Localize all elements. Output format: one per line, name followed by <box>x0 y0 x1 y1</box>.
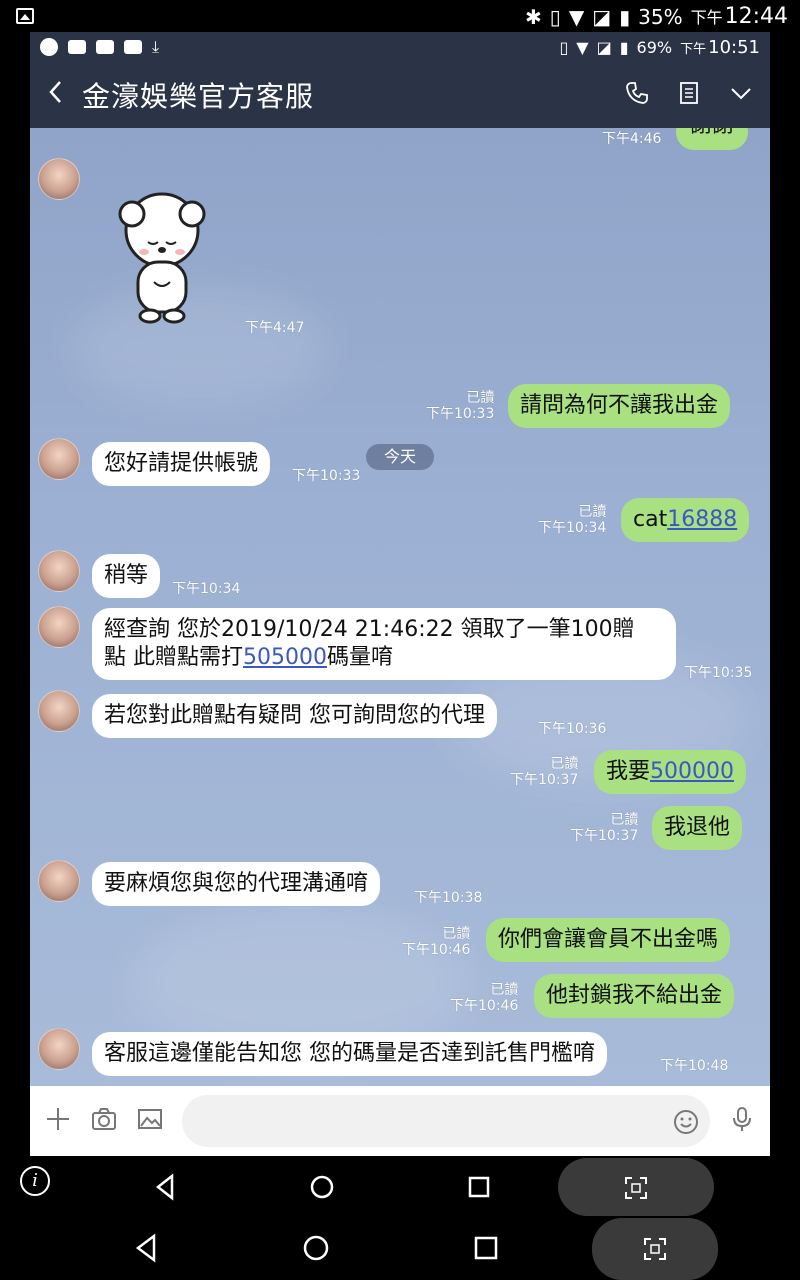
chevron-left-icon <box>49 80 61 103</box>
agent-avatar[interactable] <box>38 1028 80 1070</box>
bear-sticker <box>118 192 206 324</box>
screenshot-button[interactable] <box>592 1218 718 1280</box>
message-meta: 已讀 下午10:46 <box>450 982 519 1014</box>
screenshot-frame: ⤓ ▯ ▼ ◪ ▮ 69% 下午 10:51 金濠娛樂官方客服 下午4:46 下… <box>30 32 770 1156</box>
agent-avatar[interactable] <box>38 606 80 648</box>
camera-button[interactable] <box>90 1105 118 1137</box>
screenshot-icon <box>625 1177 647 1199</box>
message-time: 下午10:36 <box>538 721 607 737</box>
plus-icon <box>47 1108 69 1130</box>
message-meta: 已讀 下午10:34 <box>538 504 607 536</box>
battery-level: 35% <box>638 4 683 29</box>
chat-bubble-outgoing[interactable]: 我要500000 <box>594 750 746 794</box>
back-button[interactable] <box>46 78 82 113</box>
bluetooth-icon: ✱ <box>525 4 542 29</box>
message-meta: 已讀 下午10:37 <box>510 756 579 788</box>
agent-avatar[interactable] <box>38 158 80 200</box>
notes-button[interactable] <box>676 80 702 110</box>
agent-avatar[interactable] <box>38 690 80 732</box>
amount-link[interactable]: 505000 <box>243 645 327 670</box>
battery-icon: ▮ <box>619 4 631 29</box>
emoji-button[interactable] <box>672 1108 700 1140</box>
device-navigation-bar <box>0 1218 800 1280</box>
smiley-icon <box>674 1110 698 1134</box>
wifi-icon: ▼ <box>568 4 585 29</box>
battery-level: 69% <box>636 37 673 57</box>
message-time: 下午4:47 <box>245 320 305 336</box>
back-triangle-icon[interactable] <box>152 1170 178 1204</box>
device-clock: 下午12:44 <box>690 4 788 29</box>
youtube-notification-icon <box>96 40 114 54</box>
call-button[interactable] <box>624 80 650 110</box>
message-meta: 已讀 下午10:37 <box>570 812 639 844</box>
message-meta: 已讀 下午10:46 <box>402 926 471 958</box>
chat-bubble-outgoing[interactable]: 你們會讓會員不出金嗎 <box>486 918 731 962</box>
chat-bubble-outgoing[interactable]: 我退他 <box>652 806 743 850</box>
home-circle-icon[interactable] <box>308 1170 336 1204</box>
inner-clock: 下午 10:51 <box>680 36 760 58</box>
back-triangle-icon[interactable] <box>132 1230 160 1266</box>
chat-bubble-incoming[interactable]: 您好請提供帳號 <box>92 442 271 486</box>
chat-bubble-outgoing[interactable]: cat16888 <box>621 498 750 542</box>
no-sim-icon: ◪ <box>592 4 612 29</box>
message-time: 下午10:35 <box>684 665 753 681</box>
message-time: 下午4:46 <box>602 131 662 147</box>
agent-avatar[interactable] <box>38 550 80 592</box>
message-input-bar <box>30 1086 770 1156</box>
menu-dropdown-button[interactable] <box>728 80 754 110</box>
message-time: 下午10:38 <box>414 890 483 906</box>
inner-status-bar: ⤓ ▯ ▼ ◪ ▮ 69% 下午 10:51 <box>30 32 770 62</box>
add-button[interactable] <box>44 1105 72 1137</box>
download-icon: ⤓ <box>152 37 160 56</box>
chat-title: 金濠娛樂官方客服 <box>82 80 315 113</box>
message-meta: 已讀 下午10:33 <box>426 390 495 422</box>
chat-bubble-incoming[interactable]: 要麻煩您與您的代理溝通唷 <box>92 862 381 906</box>
chat-bubble-outgoing[interactable]: 請問為何不讓我出金 <box>508 384 731 428</box>
agent-avatar[interactable] <box>38 438 80 480</box>
device-status-right: ✱ ▯ ▼ ◪ ▮ 35% 下午12:44 <box>525 4 788 29</box>
gallery-notification-icon <box>16 8 34 24</box>
date-separator: 今天 <box>366 444 434 470</box>
inner-navigation-bar: i <box>0 1156 800 1218</box>
message-time: 下午10:34 <box>172 581 241 597</box>
youtube-notification-icon-2 <box>124 40 142 54</box>
vibrate-icon: ▯ <box>559 37 569 57</box>
screenshot-icon <box>644 1238 666 1260</box>
no-sim-icon: ◪ <box>596 37 612 57</box>
info-icon[interactable]: i <box>20 1166 50 1196</box>
chat-bubble-outgoing[interactable]: 他封鎖我不給出金 <box>534 974 735 1018</box>
message-time: 下午10:33 <box>292 468 361 484</box>
screenshot-button[interactable] <box>558 1158 714 1216</box>
gallery-button[interactable] <box>136 1105 164 1137</box>
chat-header: 金濠娛樂官方客服 <box>30 62 770 128</box>
chat-bubble-outgoing[interactable]: 謝謝 <box>676 128 749 150</box>
line-notification-icon <box>40 38 58 56</box>
battery-icon: ▮ <box>619 37 629 57</box>
agent-avatar[interactable] <box>38 860 80 902</box>
message-time: 下午10:48 <box>660 1058 729 1074</box>
device-status-bar: ✱ ▯ ▼ ◪ ▮ 35% 下午12:44 <box>0 0 800 32</box>
voice-button[interactable] <box>728 1105 756 1137</box>
microphone-icon <box>733 1107 751 1131</box>
vibrate-icon: ▯ <box>549 4 561 29</box>
image-icon <box>138 1109 162 1129</box>
chat-bubble-incoming[interactable]: 客服這邊僅能告知您 您的碼量是否達到託售門檻唷 <box>92 1032 607 1076</box>
chat-area[interactable]: 下午4:46 謝謝 下午4:47 今天 已讀下午10:33 請問為何不讓我出金 … <box>30 128 770 1086</box>
account-link[interactable]: 16888 <box>667 507 737 532</box>
notes-icon <box>680 82 698 104</box>
chat-bubble-incoming[interactable]: 若您對此贈點有疑問 您可詢問您的代理 <box>92 694 497 738</box>
home-circle-icon[interactable] <box>300 1230 332 1266</box>
wifi-icon: ▼ <box>576 37 589 57</box>
amount-link[interactable]: 500000 <box>650 759 734 784</box>
image-notification-icon <box>68 40 86 54</box>
phone-icon <box>626 82 648 104</box>
camera-icon <box>92 1108 116 1130</box>
chevron-down-icon <box>731 88 751 100</box>
chat-bubble-incoming[interactable]: 稍等 <box>92 554 161 598</box>
recents-square-icon[interactable] <box>472 1230 500 1266</box>
chat-bubble-incoming[interactable]: 經查詢 您於2019/10/24 21:46:22 領取了一筆100贈 點 此贈… <box>92 608 676 680</box>
recents-square-icon[interactable] <box>466 1170 492 1204</box>
message-input[interactable] <box>182 1095 710 1147</box>
